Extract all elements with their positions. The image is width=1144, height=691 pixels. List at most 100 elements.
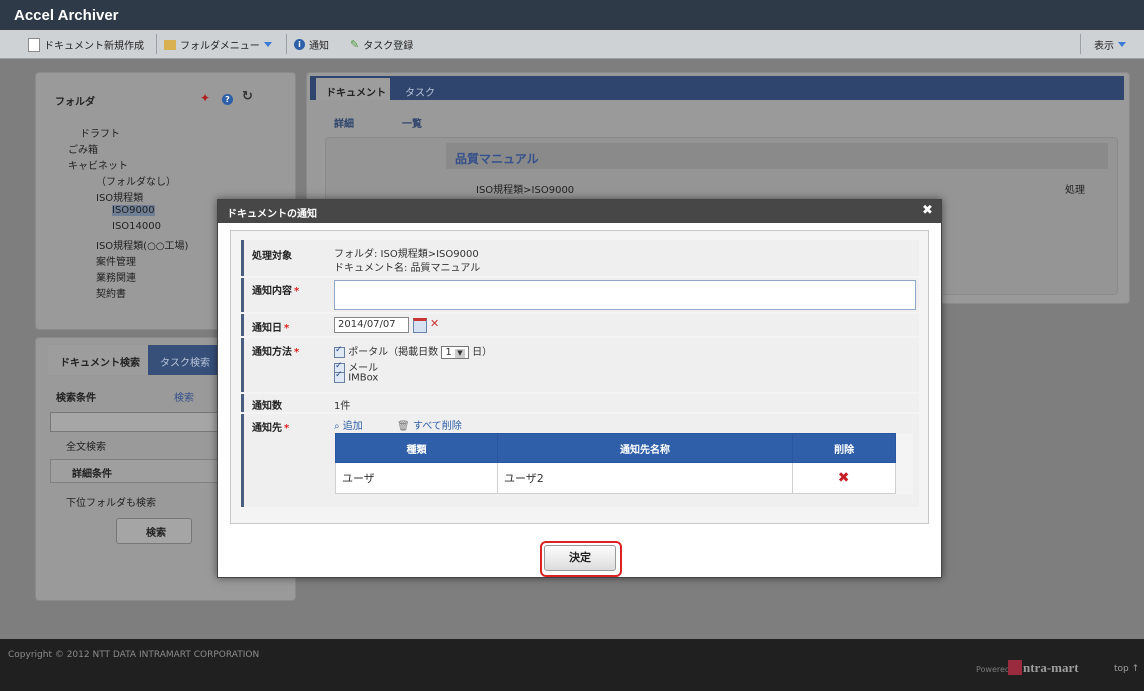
- tree-item-contracts[interactable]: 契約書: [96, 285, 126, 300]
- target-folder: フォルダ: ISO規程類>ISO9000: [334, 249, 479, 260]
- back-to-top-link[interactable]: top ↑: [1114, 664, 1139, 674]
- tab-document-label: ドキュメント: [326, 88, 386, 99]
- view-menu[interactable]: 表示: [1094, 37, 1126, 52]
- folder-panel-title: フォルダ: [55, 97, 95, 108]
- row-content: 通知内容 *: [241, 278, 919, 312]
- date-label: 通知日 *: [252, 323, 290, 334]
- method-portal[interactable]: ポータル（掲載日数 1 ▼ 日）: [334, 343, 492, 359]
- search-condition-label: 検索条件: [56, 393, 96, 404]
- menu-separator: [156, 34, 157, 54]
- col-type: 種類: [335, 433, 498, 463]
- target-label: 処理対象: [252, 251, 292, 262]
- imbox-checkbox[interactable]: [334, 370, 345, 383]
- chevron-down-icon: [1118, 42, 1126, 47]
- method-label: 通知方法 *: [252, 347, 300, 358]
- row-date: 通知日 * 2014/07/07 ✕: [241, 314, 919, 336]
- folder-icon: [164, 39, 176, 50]
- delete-all-link[interactable]: 🗑 すべて削除: [397, 417, 462, 432]
- tree-item-draft[interactable]: ドラフト: [80, 125, 120, 140]
- chevron-down-icon: [263, 42, 272, 47]
- view-detail-link[interactable]: 詳細: [334, 115, 354, 130]
- close-icon[interactable]: ✖: [922, 203, 933, 218]
- tab-task-search-label: タスク検索: [160, 358, 210, 369]
- clear-date-icon[interactable]: ✕: [430, 317, 439, 330]
- action-menu[interactable]: 処理: [1065, 181, 1085, 196]
- menu-separator: [1080, 34, 1081, 54]
- content-label: 通知内容 *: [252, 286, 300, 297]
- refresh-icon[interactable]: ↻: [242, 89, 253, 104]
- portal-days-select[interactable]: 1 ▼: [441, 346, 469, 359]
- tree-item-iso-rules[interactable]: ISO規程類: [96, 189, 143, 204]
- copyright-text: Copyright © 2012 NTT DATA INTRAMART CORP…: [8, 650, 260, 660]
- document-path: ISO規程類>ISO9000: [476, 185, 575, 196]
- document-title-bar: [446, 143, 1108, 169]
- row-method: 通知方法* ポータル（掲載日数 1 ▼ 日） メール IMBox: [241, 338, 919, 392]
- col-delete: 削除: [792, 433, 897, 463]
- tab-task[interactable]: タスク: [405, 84, 435, 99]
- portal-checkbox[interactable]: [334, 345, 345, 358]
- help-icon[interactable]: ?: [222, 92, 233, 105]
- notify-content-textarea[interactable]: [334, 280, 916, 310]
- col-dest-name: 通知先名称: [496, 433, 794, 463]
- app-title: Accel Archiver: [14, 7, 119, 24]
- search-button-label: 検索: [146, 528, 166, 539]
- menu-separator: [286, 34, 287, 54]
- subfolder-checkbox-label[interactable]: 下位フォルダも検索: [66, 494, 156, 509]
- trash-icon: 🗑: [397, 421, 410, 432]
- dialog-form: 処理対象 フォルダ: ISO規程類>ISO9000 ドキュメント名: 品質マニュ…: [230, 230, 929, 524]
- table-scroll-gutter: [895, 433, 913, 463]
- search-icon: ⌕: [334, 421, 340, 432]
- fulltext-checkbox-label[interactable]: 全文検索: [66, 438, 106, 453]
- document-icon: [28, 37, 40, 52]
- count-value: 1件: [334, 401, 351, 412]
- folder-menu[interactable]: フォルダメニュー: [164, 37, 272, 52]
- pin-icon[interactable]: ✦: [200, 91, 210, 105]
- table-row: ユーザ ユーザ2 ✖: [335, 462, 913, 494]
- confirm-button[interactable]: 決定: [544, 545, 616, 571]
- tree-item-iso9000[interactable]: ISO9000: [112, 205, 155, 216]
- row-target: 処理対象 フォルダ: ISO規程類>ISO9000 ドキュメント名: 品質マニュ…: [241, 240, 919, 276]
- delete-row-icon[interactable]: ✖: [792, 462, 897, 494]
- target-document: ドキュメント名: 品質マニュアル: [334, 263, 481, 274]
- brand-logo: ntra-mart: [1023, 660, 1079, 675]
- tree-item-iso14000[interactable]: ISO14000: [112, 221, 161, 232]
- notify-menu[interactable]: i 通知: [294, 37, 329, 52]
- detail-condition-label: 詳細条件: [72, 469, 112, 480]
- task-register-label: タスク登録: [363, 41, 414, 52]
- brand-logo-icon: [1008, 660, 1022, 675]
- notify-dialog: ドキュメントの通知 ✖ 処理対象 フォルダ: ISO規程類>ISO9000 ドキ…: [217, 199, 942, 578]
- notify-menu-label: 通知: [309, 41, 329, 52]
- add-destination-link[interactable]: ⌕ 追加: [334, 417, 363, 432]
- tree-item-iso-factory[interactable]: ISO規程類(○○工場): [96, 237, 188, 252]
- view-list-link[interactable]: 一覧: [402, 115, 422, 130]
- row-destination: 通知先* ⌕ 追加 🗑 すべて削除 種類 通知先名称 削除 ユーザ ユーザ2: [241, 414, 919, 507]
- method-imbox[interactable]: IMBox: [334, 370, 378, 384]
- app-header: [0, 0, 1144, 30]
- new-document-menu[interactable]: ドキュメント新規作成: [28, 37, 144, 52]
- tree-item-cabinet[interactable]: キャビネット: [68, 157, 128, 172]
- pencil-icon: ✎: [350, 38, 360, 51]
- destination-label: 通知先 *: [252, 423, 290, 434]
- dialog-title: ドキュメントの通知: [227, 209, 317, 220]
- calendar-icon[interactable]: [413, 318, 427, 333]
- folder-menu-label: フォルダメニュー: [180, 41, 260, 52]
- tree-item-no-folder[interactable]: （フォルダなし）: [96, 173, 176, 188]
- tree-item-projects[interactable]: 案件管理: [96, 253, 136, 268]
- footer: [0, 639, 1144, 691]
- search-link[interactable]: 検索: [174, 389, 194, 404]
- row-type: ユーザ: [335, 462, 498, 494]
- tab-document-search-label: ドキュメント検索: [60, 358, 140, 369]
- tree-item-business[interactable]: 業務関連: [96, 269, 136, 284]
- chevron-down-icon: ▼: [454, 349, 465, 358]
- search-input[interactable]: [50, 412, 232, 432]
- date-input[interactable]: 2014/07/07: [334, 317, 409, 333]
- view-menu-label: 表示: [1094, 41, 1114, 52]
- row-count: 通知数 1件: [241, 394, 919, 412]
- table-scroll-gutter: [895, 462, 913, 494]
- dialog-header: [218, 200, 941, 223]
- tree-item-trash[interactable]: ごみ箱: [68, 141, 98, 156]
- row-dest-name: ユーザ2: [496, 462, 794, 494]
- document-title: 品質マニュアル: [455, 152, 539, 166]
- new-document-label: ドキュメント新規作成: [44, 41, 144, 52]
- task-register-menu[interactable]: ✎ タスク登録: [350, 37, 413, 52]
